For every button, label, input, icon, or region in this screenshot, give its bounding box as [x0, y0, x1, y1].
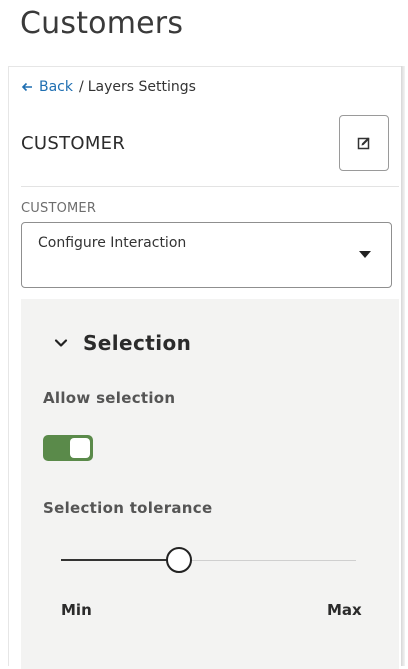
- page-title: Customers: [20, 6, 184, 41]
- selection-tolerance-label: Selection tolerance: [43, 499, 213, 517]
- breadcrumb-separator: /: [79, 79, 84, 95]
- toggle-knob: [70, 438, 90, 458]
- back-link-label: Back: [39, 79, 73, 95]
- layer-settings-panel: Back / Layers Settings CUSTOMER CUSTOMER…: [8, 66, 401, 669]
- slider-min-label: Min: [61, 601, 92, 619]
- section-title: Selection: [83, 331, 192, 355]
- selection-section-header[interactable]: Selection: [53, 331, 191, 355]
- select-value: Configure Interaction: [38, 235, 187, 251]
- edit-icon: [357, 137, 370, 150]
- interaction-config-select[interactable]: Configure Interaction: [21, 222, 392, 288]
- chevron-down-icon: [54, 339, 68, 347]
- caret-down-icon: [359, 251, 371, 258]
- slider-thumb[interactable]: [166, 547, 192, 573]
- breadcrumb: Back / Layers Settings: [21, 79, 196, 95]
- config-field-label: CUSTOMER: [21, 201, 97, 216]
- selection-tolerance-slider[interactable]: [61, 543, 356, 579]
- allow-selection-toggle[interactable]: [43, 435, 93, 461]
- edit-layer-button[interactable]: [339, 115, 389, 171]
- slider-max-label: Max: [327, 601, 362, 619]
- selection-section: Selection Allow selection Selection tole…: [21, 299, 399, 669]
- slider-fill: [61, 559, 179, 561]
- layer-name-title: CUSTOMER: [21, 133, 126, 154]
- back-link[interactable]: Back: [21, 79, 73, 95]
- header-divider: [21, 186, 399, 187]
- back-arrow-icon: [21, 82, 32, 92]
- breadcrumb-current: Layers Settings: [87, 79, 196, 95]
- allow-selection-label: Allow selection: [43, 389, 176, 407]
